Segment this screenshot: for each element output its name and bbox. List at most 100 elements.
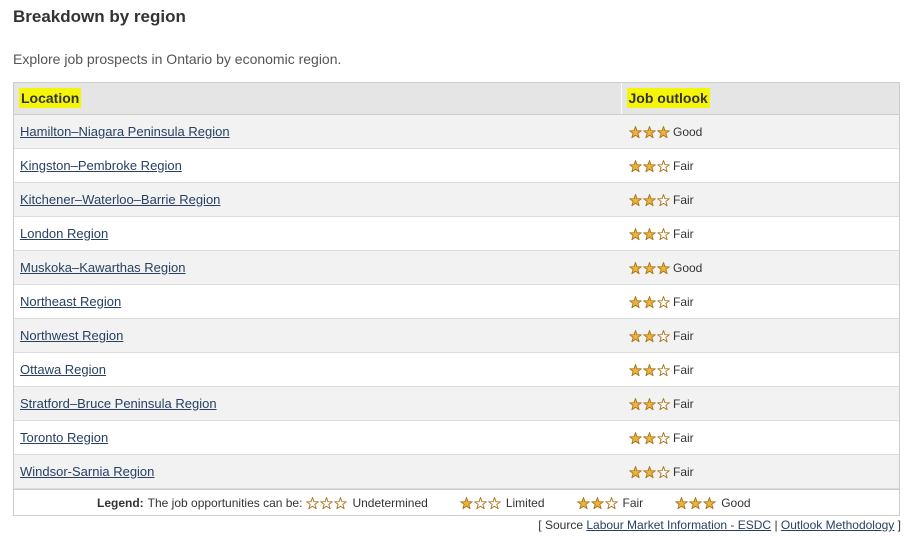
location-cell: Kingston–Pembroke Region: [14, 148, 621, 183]
star-empty-icon: [657, 228, 670, 241]
outlook-rating: Fair: [673, 464, 694, 479]
outlook-cell: Fair: [621, 352, 899, 387]
rating-stars: [629, 396, 671, 411]
table-row: Kingston–Pembroke Region Fair: [14, 148, 899, 183]
star-empty-icon: [657, 466, 670, 479]
star-filled-icon: [643, 296, 656, 309]
star-filled-icon: [576, 497, 590, 510]
outlook-cell: Fair: [621, 318, 899, 353]
star-filled-icon: [460, 497, 473, 510]
header-location-label: Location: [19, 88, 82, 109]
source-open: [ Source: [538, 518, 583, 532]
legend-item-label: Undetermined: [352, 495, 428, 510]
star-filled-icon: [657, 262, 670, 275]
header-outlook: Job outlook: [620, 83, 899, 115]
location-cell: Muskoka–Kawarthas Region: [14, 250, 621, 285]
header-location: Location: [14, 83, 621, 115]
legend-item: Good: [675, 495, 751, 510]
outlook-rating: Fair: [673, 396, 694, 411]
region-link[interactable]: Muskoka–Kawarthas Region: [20, 260, 185, 275]
star-empty-icon: [657, 330, 670, 343]
region-link[interactable]: Ottawa Region: [20, 362, 106, 377]
table-row: Muskoka–Kawarthas Region Good: [14, 250, 899, 285]
star-filled-icon: [629, 194, 642, 207]
rating-stars: [629, 464, 671, 479]
star-empty-icon: [334, 497, 348, 510]
legend-item-label: Limited: [505, 495, 545, 510]
location-cell: Toronto Region: [14, 420, 621, 455]
star-empty-icon: [488, 497, 501, 510]
rating-stars: [629, 226, 671, 241]
region-link[interactable]: Hamilton–Niagara Peninsula Region: [20, 124, 230, 139]
star-filled-icon: [643, 228, 656, 241]
legend-item-label: Fair: [622, 495, 644, 510]
location-cell: Kitchener–Waterloo–Barrie Region: [14, 182, 621, 217]
location-cell: London Region: [14, 216, 621, 251]
region-link[interactable]: Stratford–Bruce Peninsula Region: [20, 396, 217, 411]
star-filled-icon: [629, 398, 642, 411]
star-filled-icon: [643, 194, 656, 207]
region-link[interactable]: Northeast Region: [20, 294, 121, 309]
region-link[interactable]: Toronto Region: [20, 430, 108, 445]
star-filled-icon: [689, 497, 702, 510]
rating-stars: [629, 294, 671, 309]
star-empty-icon: [657, 364, 670, 377]
location-cell: Northeast Region: [14, 284, 621, 319]
outlook-rating: Fair: [673, 430, 694, 445]
region-table-container: Location Job outlook Hamilton–Niagara Pe…: [13, 82, 900, 516]
source-link-lmi[interactable]: Labour Market Information - ESDC: [586, 518, 771, 532]
rating-stars: [629, 192, 671, 207]
source-line: [ Source Labour Market Information - ESD…: [538, 518, 901, 532]
page-title: Breakdown by region: [13, 7, 186, 26]
region-link[interactable]: Kitchener–Waterloo–Barrie Region: [20, 192, 220, 207]
outlook-cell: Fair: [621, 420, 899, 455]
star-filled-icon: [629, 160, 642, 173]
location-cell: Northwest Region: [14, 318, 621, 353]
table-row: Hamilton–Niagara Peninsula Region Good: [14, 114, 899, 149]
region-link[interactable]: London Region: [20, 226, 108, 241]
star-filled-icon: [643, 432, 656, 445]
table-row: London Region Fair: [14, 216, 899, 251]
location-cell: Ottawa Region: [14, 352, 621, 387]
outlook-cell: Fair: [621, 284, 899, 319]
region-link[interactable]: Northwest Region: [20, 328, 123, 343]
intro-text: Explore job prospects in Ontario by econ…: [13, 51, 342, 67]
outlook-rating: Fair: [673, 192, 694, 207]
star-empty-icon: [306, 497, 320, 510]
outlook-cell: Fair: [621, 216, 899, 251]
outlook-rating: Good: [673, 260, 703, 275]
legend-item: Fair: [576, 495, 644, 510]
legend-item-label: Good: [721, 495, 751, 510]
star-filled-icon: [629, 228, 642, 241]
rating-stars: [460, 496, 502, 510]
outlook-cell: Fair: [621, 182, 899, 217]
location-cell: Stratford–Bruce Peninsula Region: [14, 386, 621, 421]
rating-stars: [629, 158, 671, 173]
rating-stars: [576, 496, 619, 510]
region-link[interactable]: Windsor-Sarnia Region: [20, 464, 154, 479]
rating-stars: [629, 362, 671, 377]
source-separator: |: [774, 518, 778, 532]
source-link-methodology[interactable]: Outlook Methodology: [781, 518, 894, 532]
star-filled-icon: [629, 126, 642, 139]
star-filled-icon: [643, 126, 656, 139]
legend-item: Undetermined: [306, 495, 428, 510]
star-filled-icon: [643, 160, 656, 173]
star-filled-icon: [643, 262, 656, 275]
region-table: Location Job outlook Hamilton–Niagara Pe…: [14, 83, 899, 489]
star-empty-icon: [474, 497, 487, 510]
star-empty-icon: [320, 497, 334, 510]
rating-stars: [629, 328, 671, 343]
outlook-cell: Good: [621, 114, 899, 149]
table-row: Kitchener–Waterloo–Barrie Region Fair: [14, 182, 899, 217]
star-empty-icon: [657, 160, 670, 173]
star-filled-icon: [703, 497, 716, 510]
region-link[interactable]: Kingston–Pembroke Region: [20, 158, 182, 173]
star-filled-icon: [629, 296, 642, 309]
table-header-row: Location Job outlook: [14, 83, 899, 115]
rating-stars: [629, 430, 671, 445]
location-cell: Hamilton–Niagara Peninsula Region: [14, 114, 621, 149]
star-filled-icon: [629, 364, 642, 377]
legend-item: Limited: [460, 496, 545, 510]
star-empty-icon: [657, 398, 670, 411]
